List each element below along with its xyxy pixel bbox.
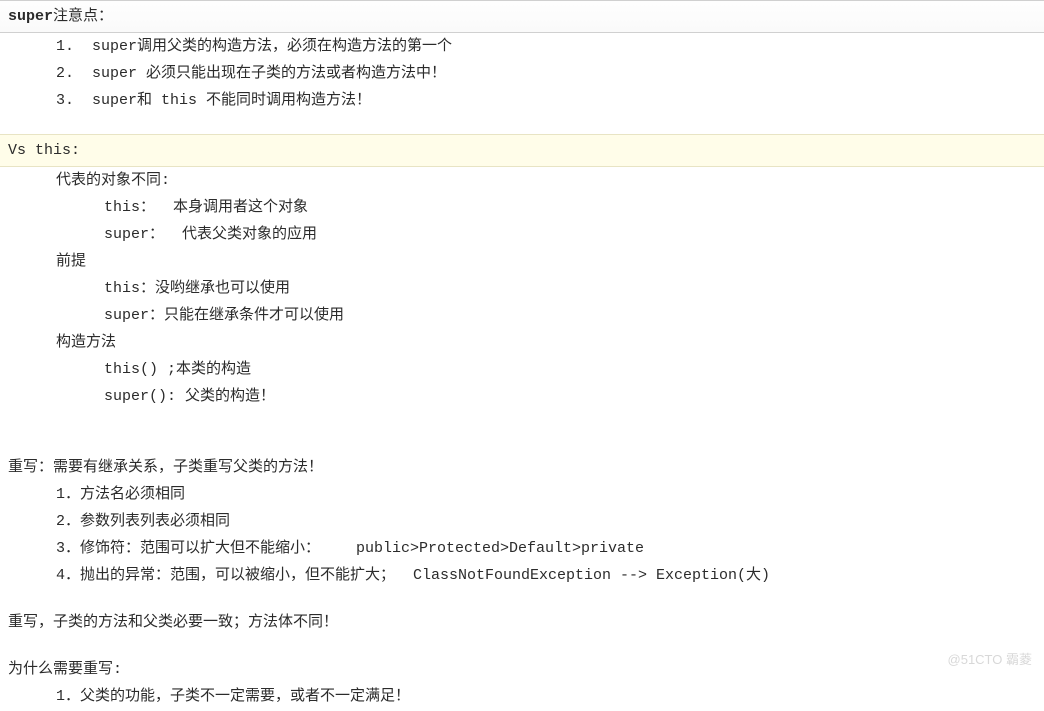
- group1-heading: 代表的对象不同:: [8, 167, 1036, 194]
- section-super-body: 1. super调用父类的构造方法，必须在构造方法的第一个 2. super 必…: [0, 33, 1044, 114]
- section-vs-this-body: 代表的对象不同: this： 本身调用者这个对象 super： 代表父类对象的应…: [0, 167, 1044, 410]
- override-title: 重写：需要有继承关系，子类重写父类的方法！: [8, 454, 1036, 481]
- spacer: [0, 410, 1044, 434]
- vs-this-title: Vs this:: [8, 137, 1036, 164]
- super-item-1: 1. super调用父类的构造方法，必须在构造方法的第一个: [8, 33, 1036, 60]
- override-item-1: 1．方法名必须相同: [8, 481, 1036, 508]
- group3-item-1: this() ;本类的构造: [8, 356, 1036, 383]
- group2-item-2: super：只能在继承条件才可以使用: [8, 302, 1036, 329]
- group2-heading: 前提: [8, 248, 1036, 275]
- section-why-override: 为什么需要重写: 1．父类的功能，子类不一定需要，或者不一定满足！: [0, 656, 1044, 710]
- section-vs-this-header: Vs this:: [0, 134, 1044, 167]
- section-super-header: super注意点：: [0, 0, 1044, 33]
- spacer: [0, 114, 1044, 134]
- section-override-note: 重写，子类的方法和父类必要一致；方法体不同！: [0, 609, 1044, 636]
- spacer: [0, 636, 1044, 656]
- override-item-3: 3．修饰符：范围可以扩大但不能缩小： public>Protected>Defa…: [8, 535, 1036, 562]
- super-item-2: 2. super 必须只能出现在子类的方法或者构造方法中！: [8, 60, 1036, 87]
- group1-item-2: super： 代表父类对象的应用: [8, 221, 1036, 248]
- group3-item-2: super(): 父类的构造！: [8, 383, 1036, 410]
- super-item-3: 3. super和 this 不能同时调用构造方法！: [8, 87, 1036, 114]
- group2-item-1: this：没哟继承也可以使用: [8, 275, 1036, 302]
- spacer: [0, 589, 1044, 609]
- why-override-item-1: 1．父类的功能，子类不一定需要，或者不一定满足！: [8, 683, 1036, 710]
- override-item-4: 4．抛出的异常：范围，可以被缩小，但不能扩大； ClassNotFoundExc…: [8, 562, 1036, 589]
- group1-item-1: this： 本身调用者这个对象: [8, 194, 1036, 221]
- spacer: [0, 434, 1044, 454]
- super-keyword: super: [8, 8, 53, 25]
- override-note-line: 重写，子类的方法和父类必要一致；方法体不同！: [8, 609, 1036, 636]
- group3-heading: 构造方法: [8, 329, 1036, 356]
- section-override: 重写：需要有继承关系，子类重写父类的方法！ 1．方法名必须相同 2．参数列表列表…: [0, 454, 1044, 589]
- super-title: super注意点：: [8, 3, 1036, 30]
- super-title-text: 注意点：: [53, 8, 113, 25]
- override-item-2: 2．参数列表列表必须相同: [8, 508, 1036, 535]
